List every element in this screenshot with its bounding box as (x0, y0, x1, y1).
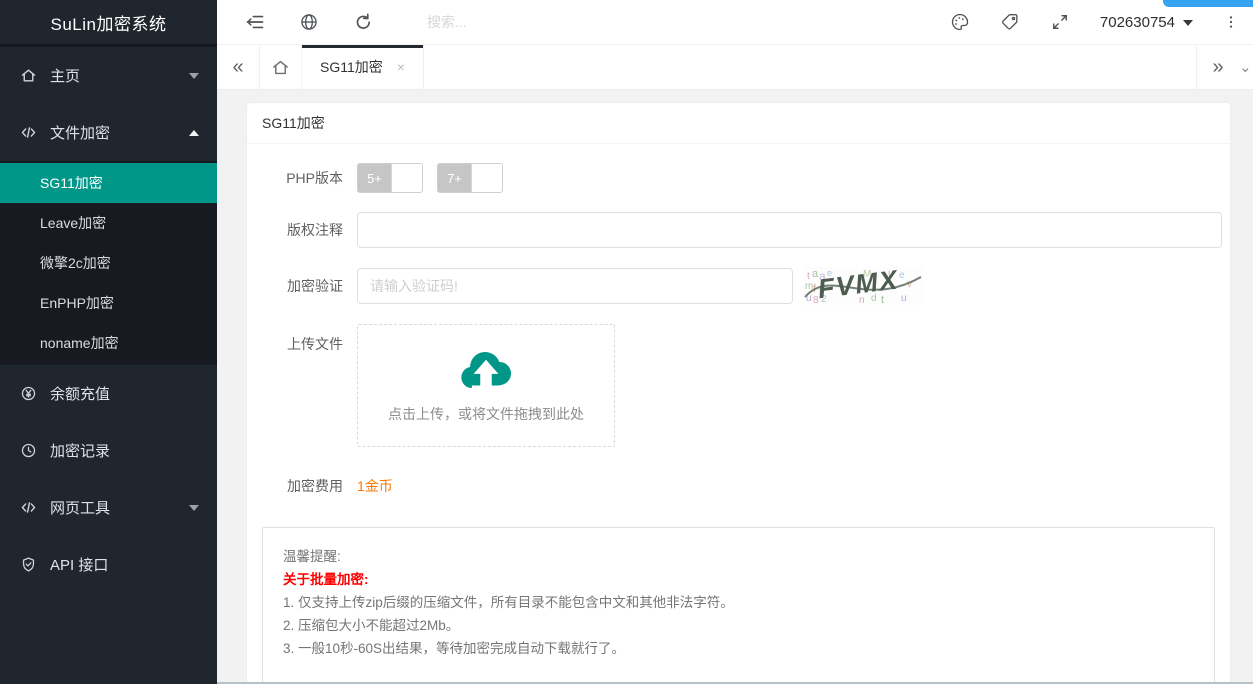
sidebar-subitem-enphp[interactable]: EnPHP加密 (0, 283, 217, 323)
upload-hint: 点击上传，或将文件拖拽到此处 (388, 404, 584, 424)
search-input[interactable] (427, 14, 647, 30)
sidebar-item-api[interactable]: API 接口 (0, 536, 217, 593)
more-vertical-icon[interactable] (1223, 12, 1239, 32)
blue-notification-bar (1163, 0, 1253, 7)
sidebar-item-label: API 接口 (50, 554, 199, 575)
chevron-down-icon (189, 73, 199, 79)
submenu-label: noname加密 (40, 333, 119, 353)
form-row-fee: 加密费用 1金币 (262, 471, 1224, 501)
sidebar-item-recharge[interactable]: 余额充值 (0, 365, 217, 422)
fee-label: 加密费用 (283, 471, 343, 501)
sidebar-item-label: 加密记录 (50, 440, 199, 461)
card-body: PHP版本 5+ 7+ (247, 144, 1230, 684)
copyright-label: 版权注释 (283, 215, 343, 245)
sidebar-item-label: 主页 (50, 65, 189, 86)
submenu-label: 微擎2c加密 (40, 253, 111, 273)
sidebar-item-records[interactable]: 加密记录 (0, 422, 217, 479)
tab-options-chevron-icon[interactable]: ⌄ (1239, 45, 1253, 89)
notice-subtitle: 关于批量加密: (283, 568, 1194, 591)
refresh-icon[interactable] (353, 12, 373, 32)
palette-icon[interactable] (950, 12, 970, 32)
php7-toggle-label: 7+ (438, 164, 471, 192)
sidebar-subitem-noname[interactable]: noname加密 (0, 323, 217, 363)
form-row-upload: 上传文件 点击上传，或将文件拖拽到此处 (262, 324, 1224, 447)
svg-text:e: e (899, 270, 905, 281)
user-menu[interactable]: 702630754 (1100, 14, 1193, 31)
submenu-label: SG11加密 (40, 173, 103, 193)
chevron-up-icon (189, 130, 199, 136)
upload-dropzone[interactable]: 点击上传，或将文件拖拽到此处 (357, 324, 615, 447)
tab-home[interactable] (260, 45, 302, 89)
sidebar-submenu: SG11加密 Leave加密 微擎2c加密 EnPHP加密 noname加密 (0, 161, 217, 365)
notice-line: 1. 仅支持上传zip后缀的压缩文件，所有目录不能包含中文和其他非法字符。 (283, 591, 1194, 614)
captcha-image[interactable]: t a a e m f 5 u 8 2 M u e (803, 267, 923, 305)
cloud-upload-icon (455, 347, 517, 392)
globe-icon[interactable] (299, 12, 319, 32)
captcha-label: 加密验证 (283, 271, 343, 301)
form-row-captcha: 加密验证 t a a e m f 5 u 8 (262, 267, 1224, 305)
home-icon (20, 67, 37, 84)
sidebar-item-home[interactable]: 主页 (0, 47, 217, 104)
php7-toggle[interactable]: 7+ (437, 163, 503, 193)
fee-value: 1金币 (357, 476, 393, 496)
main-area: 702630754 « SG11加密 × » ⌄ SG11加密 (217, 0, 1253, 684)
shield-check-icon (20, 556, 37, 573)
chevron-down-icon (189, 505, 199, 511)
sg11-card: SG11加密 PHP版本 5+ 7+ (247, 103, 1230, 684)
code-icon (20, 124, 37, 141)
clock-icon (20, 442, 37, 459)
chevron-down-icon (1183, 20, 1193, 26)
username: 702630754 (1100, 14, 1175, 31)
tab-sg11[interactable]: SG11加密 × (302, 45, 424, 89)
app-logo: SuLin加密系统 (0, 0, 217, 44)
form-row-php-version: PHP版本 5+ 7+ (262, 163, 1224, 193)
topbar-right: 702630754 (950, 12, 1239, 32)
tag-icon[interactable] (1000, 12, 1020, 32)
notice-line: 3. 一般10秒-60S出结果，等待加密完成自动下载就行了。 (283, 637, 1194, 660)
sidebar: SuLin加密系统 主页 文件加密 SG11加密 Leave加密 微擎2c加密 … (0, 0, 217, 684)
submenu-label: Leave加密 (40, 213, 106, 233)
topbar: 702630754 (217, 0, 1253, 45)
fullscreen-icon[interactable] (1050, 12, 1070, 32)
tab-label: SG11加密 (320, 57, 383, 77)
svg-text:v: v (907, 279, 912, 290)
upload-label: 上传文件 (283, 324, 343, 354)
sidebar-item-label: 余额充值 (50, 383, 199, 404)
notice-line: 2. 压缩包大小不能超过2Mb。 (283, 614, 1194, 637)
toggle-knob (391, 164, 422, 192)
notice-title: 温馨提醒: (283, 545, 1194, 568)
tabs-scroll-left-button[interactable]: « (217, 45, 260, 89)
toggle-knob (471, 164, 502, 192)
php5-toggle-label: 5+ (358, 164, 391, 192)
tabs-scroll-right-button[interactable]: » (1196, 45, 1239, 89)
sidebar-item-webtools[interactable]: 网页工具 (0, 479, 217, 536)
card-title: SG11加密 (247, 103, 1230, 144)
app-root: SuLin加密系统 主页 文件加密 SG11加密 Leave加密 微擎2c加密 … (0, 0, 1253, 684)
notice-gap (283, 660, 1194, 678)
svg-text:u: u (901, 293, 907, 304)
php-version-toggles: 5+ 7+ (357, 163, 503, 193)
submenu-label: EnPHP加密 (40, 293, 114, 313)
form-row-copyright: 版权注释 (262, 212, 1224, 248)
collapse-sidebar-icon[interactable] (245, 12, 265, 32)
content-area: SG11加密 PHP版本 5+ 7+ (217, 90, 1253, 684)
topbar-left (245, 12, 647, 32)
sidebar-subitem-weiqin2c[interactable]: 微擎2c加密 (0, 243, 217, 283)
yen-circle-icon (20, 385, 37, 402)
notice-box: 温馨提醒: 关于批量加密: 1. 仅支持上传zip后缀的压缩文件，所有目录不能包… (262, 527, 1215, 684)
copyright-input[interactable] (357, 212, 1222, 248)
sidebar-item-label: 文件加密 (50, 122, 189, 143)
php-version-label: PHP版本 (283, 163, 343, 193)
tabbar: « SG11加密 × » ⌄ (217, 45, 1253, 90)
home-icon (271, 58, 290, 77)
sidebar-item-label: 网页工具 (50, 497, 189, 518)
code-icon (20, 499, 37, 516)
sidebar-subitem-sg11[interactable]: SG11加密 (0, 163, 217, 203)
close-icon[interactable]: × (397, 59, 405, 75)
sidebar-item-file-encrypt[interactable]: 文件加密 (0, 104, 217, 161)
sidebar-subitem-leave[interactable]: Leave加密 (0, 203, 217, 243)
captcha-input[interactable] (357, 268, 793, 304)
php5-toggle[interactable]: 5+ (357, 163, 423, 193)
